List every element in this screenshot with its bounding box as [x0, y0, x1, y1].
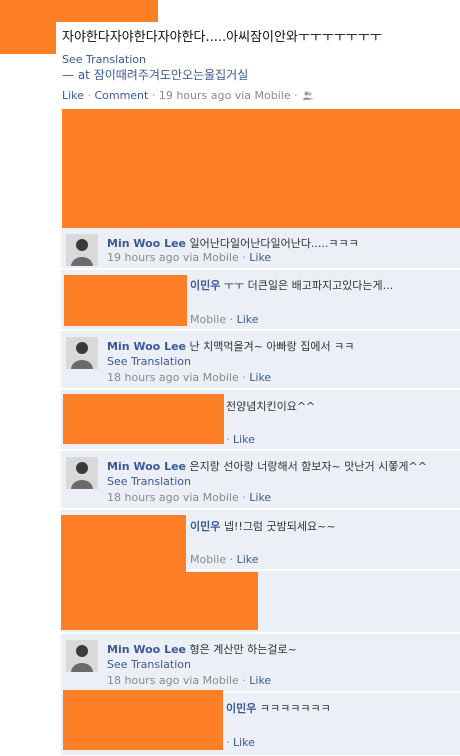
comment-text: ㅋㅋㅋㅋㅋㅋㅋ — [259, 702, 331, 715]
comment-meta: 19 hours ago via Mobile · Like — [107, 251, 272, 264]
redacted-area — [63, 690, 223, 750]
comment-body: Min Woo Lee 은지랑 선아랑 너랑해서 함보자~ 맛난거 시쫗게^^ — [107, 458, 427, 474]
separator: · — [294, 89, 298, 102]
separator: · — [151, 89, 156, 102]
comment-author[interactable]: Min Woo Lee — [107, 643, 186, 656]
comment-timestamp[interactable]: Mobile — [190, 553, 226, 566]
avatar[interactable] — [66, 337, 98, 369]
comment-author[interactable]: 이민우 — [190, 520, 220, 533]
comment-text: 난 치맥먹을겨~ 아빠랑 집에서 ㅋㅋ — [189, 340, 355, 353]
comment-body: Min Woo Lee 일어난다일어난다일어난다.....ㅋㅋㅋ — [107, 235, 359, 251]
post-text: 자야한다자야한다자야한다.....아씨잠이안와ㅜㅜㅜㅜㅜㅜㅜ — [62, 30, 382, 45]
comment-like-link[interactable]: Like — [233, 433, 255, 446]
comment-body: Min Woo Lee 난 치맥먹을겨~ 아빠랑 집에서 ㅋㅋ — [107, 338, 354, 354]
comment-body: 이민우 넵!!그럼 굿밤되세요~~ — [190, 518, 336, 534]
comment-meta: 18 hours ago via Mobile · Like — [107, 674, 272, 687]
comment-text: 형은 계산만 하는걸로~ — [189, 643, 297, 656]
comment-author[interactable]: Min Woo Lee — [107, 340, 186, 353]
see-translation-link[interactable]: See Translation — [107, 355, 191, 368]
comment-meta: · Like — [226, 433, 255, 446]
comment-timestamp[interactable]: Mobile — [190, 313, 226, 326]
comment-author[interactable]: Min Woo Lee — [107, 237, 186, 250]
redacted-area — [61, 572, 258, 630]
separator: · — [87, 89, 91, 102]
avatar[interactable] — [66, 234, 98, 266]
comment-timestamp[interactable]: 18 hours ago via Mobile — [107, 674, 239, 687]
comment-body: Min Woo Lee 형은 계산만 하는걸로~ — [107, 641, 297, 657]
comment-timestamp[interactable]: 19 hours ago via Mobile — [107, 251, 239, 264]
comment-text: 넵!!그럼 굿밤되세요~~ — [223, 520, 336, 533]
comment-body: 이민우 ㅜㅜ 더큰일은 배고파지고있다는게... — [190, 277, 393, 293]
comment-meta: 18 hours ago via Mobile · Like — [107, 371, 272, 384]
like-link[interactable]: Like — [62, 89, 84, 102]
post-timestamp[interactable]: 19 hours ago via Mobile — [159, 89, 291, 102]
comment-text: 은지랑 선아랑 너랑해서 함보자~ 맛난거 시쫗게^^ — [189, 460, 427, 473]
redacted-area — [61, 515, 186, 572]
comment-body: 전양념치킨이요^^ — [226, 398, 315, 414]
comment-item: Min Woo Lee 형은 계산만 하는걸로~ See Translation… — [61, 634, 460, 692]
see-translation-link[interactable]: See Translation — [107, 658, 191, 671]
comment-meta: · Like — [226, 736, 255, 749]
comment-meta: Mobile · Like — [190, 313, 259, 326]
comment-like-link[interactable]: Like — [249, 674, 271, 687]
comment-like-link[interactable]: Like — [237, 553, 259, 566]
comment-meta: 18 hours ago via Mobile · Like — [107, 491, 272, 504]
comment-item: Min Woo Lee 은지랑 선아랑 너랑해서 함보자~ 맛난거 시쫗게^^ … — [61, 451, 460, 509]
comment-like-link[interactable]: Like — [249, 371, 271, 384]
comment-timestamp[interactable]: 18 hours ago via Mobile — [107, 371, 239, 384]
comment-timestamp[interactable]: 18 hours ago via Mobile — [107, 491, 239, 504]
avatar[interactable] — [66, 457, 98, 489]
friends-icon[interactable] — [303, 90, 314, 100]
redacted-area — [0, 0, 158, 22]
redacted-area — [64, 275, 187, 326]
comment-item: Min Woo Lee 일어난다일어난다일어난다.....ㅋㅋㅋ 19 hour… — [61, 228, 460, 269]
comment-like-link[interactable]: Like — [237, 313, 259, 326]
redacted-area — [0, 22, 56, 54]
comment-text: ㅜㅜ 더큰일은 배고파지고있다는게... — [223, 279, 394, 292]
see-translation-link[interactable]: See Translation — [62, 53, 146, 66]
comment-link[interactable]: Comment — [94, 89, 148, 102]
post-actions: Like · Comment · 19 hours ago via Mobile… — [62, 89, 314, 102]
comment-item: Min Woo Lee 난 치맥먹을겨~ 아빠랑 집에서 ㅋㅋ See Tran… — [61, 331, 460, 389]
comment-text: 일어난다일어난다일어난다.....ㅋㅋㅋ — [189, 237, 359, 250]
comment-like-link[interactable]: Like — [249, 251, 271, 264]
see-translation-link[interactable]: See Translation — [107, 475, 191, 488]
redacted-photo — [62, 109, 460, 228]
comment-text: 전양념치킨이요^^ — [226, 400, 316, 413]
comment-author[interactable]: Min Woo Lee — [107, 460, 186, 473]
comment-like-link[interactable]: Like — [249, 491, 271, 504]
redacted-area — [63, 394, 224, 444]
comment-author[interactable]: 이민우 — [226, 702, 256, 715]
location-line[interactable]: — at 잠이때려주겨도안오는울집거실 — [62, 66, 248, 83]
comment-meta: Mobile · Like — [190, 553, 259, 566]
comment-author[interactable]: 이민우 — [190, 279, 220, 292]
avatar[interactable] — [66, 640, 98, 672]
comment-body: 이민우 ㅋㅋㅋㅋㅋㅋㅋ — [226, 700, 331, 716]
comment-like-link[interactable]: Like — [233, 736, 255, 749]
